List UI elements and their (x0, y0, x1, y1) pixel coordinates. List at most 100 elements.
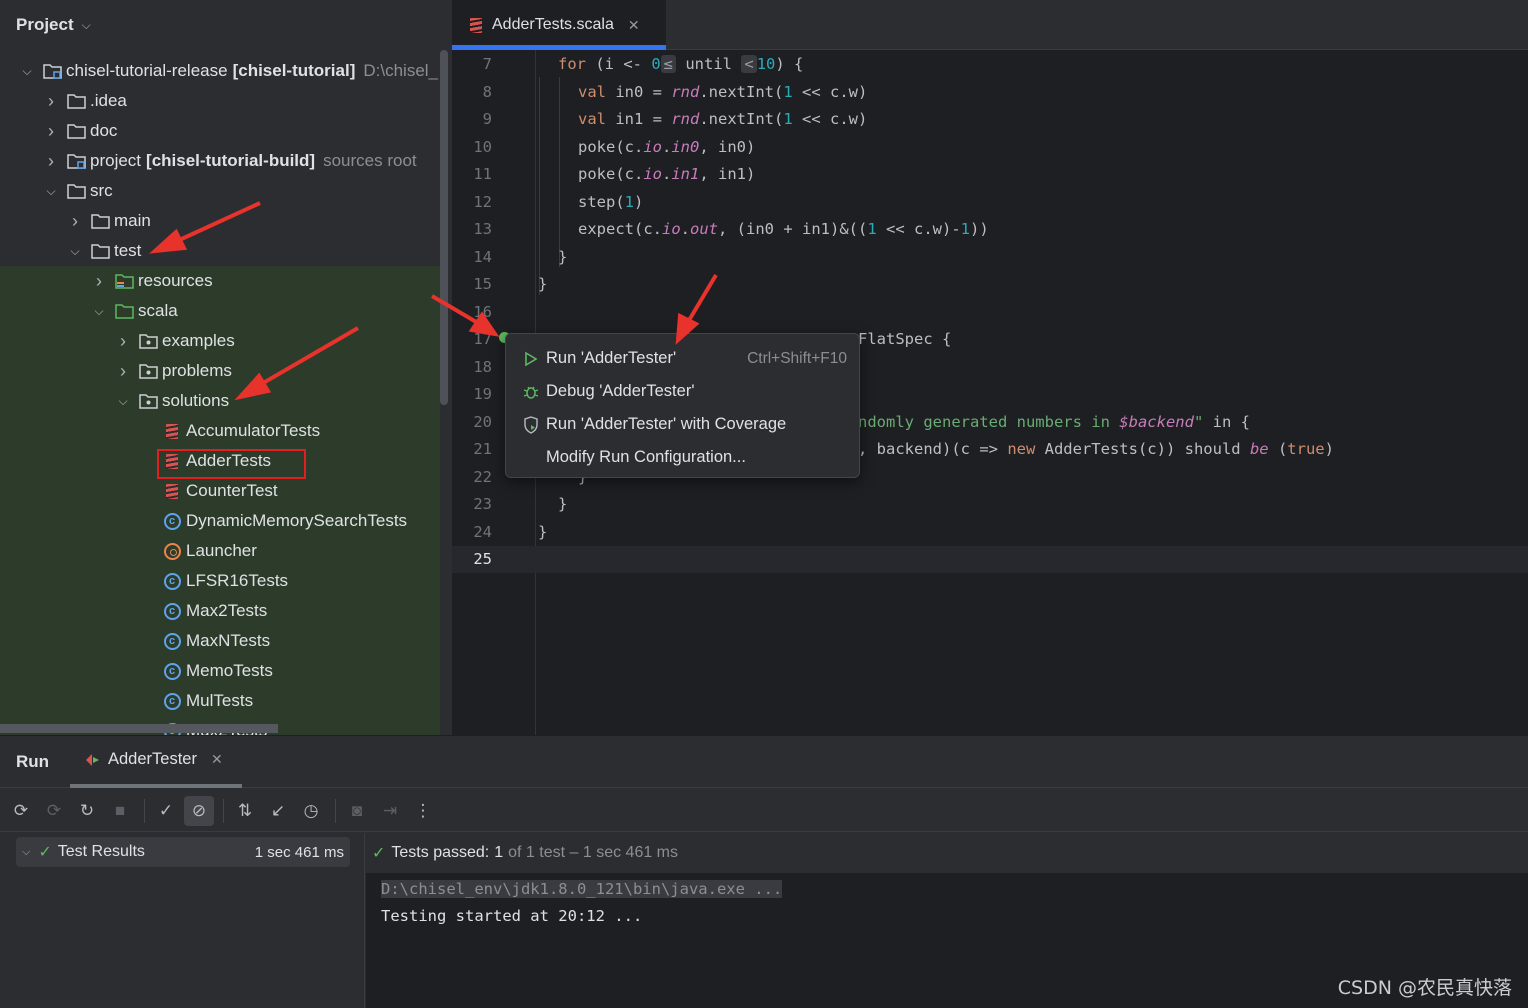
test-results-duration: 1 sec 461 ms (254, 843, 344, 861)
tree-item-chisel-tutorial-release[interactable]: ⌵ chisel-tutorial-release [chisel-tutorial… (0, 56, 440, 86)
menu-modify-run-configuration[interactable]: Modify Run Configuration... (506, 441, 859, 474)
console-command[interactable]: D:\chisel_env\jdk1.8.0_121\bin\java.exe … (381, 880, 783, 898)
annotation-highlight-box (157, 449, 306, 479)
tree-item-label: AccumulatorTests (186, 421, 321, 440)
tree-item-examples[interactable]: › examples (0, 326, 440, 356)
chevron-right-icon[interactable]: › (44, 151, 58, 172)
menu-item-label: Modify Run Configuration... (546, 448, 746, 466)
code-line-12: 12 step(1) (452, 189, 1528, 216)
camera-icon[interactable]: ◙ (342, 796, 372, 826)
tab-adder-tester[interactable]: AdderTester ✕ (84, 750, 223, 769)
test-results-root[interactable]: ⌵ ✓ Test Results 1 sec 461 ms (16, 837, 350, 867)
stop-icon[interactable]: ■ (105, 796, 135, 826)
line-number: 8 (482, 82, 492, 101)
chevron-right-icon[interactable]: › (44, 91, 58, 112)
package-icon (138, 332, 158, 350)
class-icon: c (162, 662, 182, 680)
line-number: 21 (473, 440, 492, 458)
tree-item-label: DynamicMemorySearchTests (186, 511, 408, 530)
tree-item-multests[interactable]: c MulTests (0, 686, 440, 716)
test-status-bar: ✓ Tests passed: 1 of 1 test – 1 sec 461 … (366, 833, 1528, 873)
code-line-23: 23} (452, 491, 1528, 518)
code-line-14: 14} (452, 244, 1528, 271)
sort-icon[interactable]: ⇅ (230, 796, 260, 826)
chevron-right-icon[interactable]: › (44, 121, 58, 142)
toggle-auto-test-icon[interactable]: ↻ (72, 796, 102, 826)
toolbar-separator (144, 798, 145, 823)
rerun-failed-icon[interactable]: ⟳ (39, 796, 69, 826)
folder-icon (90, 212, 110, 230)
show-passed-icon[interactable]: ✓ (151, 796, 181, 826)
line-number: 19 (473, 385, 492, 403)
chevron-right-icon[interactable]: › (116, 361, 130, 382)
tree-item-solutions[interactable]: ⌵ solutions (0, 386, 440, 416)
project-horizontal-scrollbar[interactable] (0, 724, 278, 733)
tab-adder-tests[interactable]: AdderTests.scala ✕ (452, 0, 666, 50)
status-count: 1 (494, 844, 504, 861)
check-icon: ✓ (38, 844, 52, 861)
chevron-down-icon[interactable]: ⌵ (44, 184, 58, 199)
tree-item-scala[interactable]: ⌵ scala (0, 296, 440, 326)
project-view-selector[interactable]: Project ⌵ (0, 0, 452, 50)
code-line-11: 11 poke(c.io.in1, in1) (452, 161, 1528, 188)
tree-item-main[interactable]: › main (0, 206, 440, 236)
debug-bug-icon (520, 383, 542, 401)
export-icon[interactable]: ⇥ (375, 796, 405, 826)
tree-item-label: LFSR16Tests (186, 571, 289, 590)
tree-item-note: sources root (323, 151, 417, 170)
tree-item-label: main (114, 211, 151, 230)
chevron-down-icon[interactable]: ⌵ (116, 394, 130, 409)
chevron-down-icon[interactable]: ⌵ (68, 244, 82, 259)
rerun-icon[interactable]: ⟳ (6, 796, 36, 826)
import-tests-icon[interactable]: ↙ (263, 796, 293, 826)
class-icon: c (162, 572, 182, 590)
tree-item-dynamicmemorysearchtests[interactable]: c DynamicMemorySearchTests (0, 506, 440, 536)
test-history-icon[interactable]: ◷ (296, 796, 326, 826)
tree-item-max2tests[interactable]: c Max2Tests (0, 596, 440, 626)
code-text: FlatSpec { (858, 330, 952, 348)
line-number: 9 (482, 110, 492, 128)
tree-item-problems[interactable]: › problems (0, 356, 440, 386)
line-number: 23 (473, 495, 492, 513)
tree-item-module: [chisel-tutorial-build] (146, 151, 316, 170)
chevron-right-icon[interactable]: › (116, 331, 130, 352)
folder-icon (66, 122, 86, 140)
tree-item-test[interactable]: ⌵ test (0, 236, 440, 266)
run-icon (520, 351, 542, 367)
toolbar-separator (223, 798, 224, 823)
close-icon[interactable]: ✕ (628, 17, 640, 34)
menu-debug-adder-tester[interactable]: Debug 'AdderTester' (506, 375, 859, 408)
tree-item-launcher[interactable]: Launcher (0, 536, 440, 566)
menu-run-adder-tester[interactable]: Run 'AdderTester' Ctrl+Shift+F10 (506, 342, 859, 375)
folder-icon (66, 92, 86, 110)
tree-item-idea[interactable]: › .idea (0, 86, 440, 116)
code-text: ndomly generated numbers in $backend" in… (858, 412, 1250, 431)
test-results-label: Test Results (57, 843, 145, 860)
chevron-right-icon[interactable]: › (92, 271, 106, 292)
tree-item-label: scala (138, 301, 178, 320)
class-icon: c (162, 632, 182, 650)
tree-item-countertest[interactable]: CounterTest (0, 476, 440, 506)
tree-item-accumulatortests[interactable]: AccumulatorTests (0, 416, 440, 446)
tree-item-project[interactable]: › project [chisel-tutorial-build] sources r… (0, 146, 440, 176)
more-options-icon[interactable]: ⋮ (408, 796, 438, 826)
tree-item-doc[interactable]: › doc (0, 116, 440, 146)
tree-item-memotests[interactable]: c MemoTests (0, 656, 440, 686)
tree-item-resources[interactable]: › resources (0, 266, 440, 296)
chevron-down-icon[interactable]: ⌵ (20, 64, 34, 79)
run-tool-window: Run AdderTester ✕ ⟳ ⟳ ↻ ■ ✓ ⊘ ⇅ ↙ ◷ ◙ ⇥ … (0, 735, 1528, 1008)
check-icon: ✓ (372, 845, 386, 862)
test-results-tree: ⌵ ✓ Test Results 1 sec 461 ms (0, 833, 365, 1008)
tab-label: AdderTests.scala (492, 16, 614, 33)
close-icon[interactable]: ✕ (211, 751, 223, 768)
scala-file-icon (162, 422, 182, 440)
tree-item-module: [chisel-tutorial] (232, 61, 356, 80)
chevron-down-icon[interactable]: ⌵ (92, 304, 106, 319)
tree-item-src[interactable]: ⌵ src (0, 176, 440, 206)
chevron-right-icon[interactable]: › (68, 211, 82, 232)
project-scrollbar[interactable] (440, 50, 448, 405)
tree-item-maxntests[interactable]: c MaxNTests (0, 626, 440, 656)
menu-run-with-coverage[interactable]: Run 'AdderTester' with Coverage (506, 408, 859, 441)
tree-item-lfsr16tests[interactable]: c LFSR16Tests (0, 566, 440, 596)
show-ignored-icon[interactable]: ⊘ (184, 795, 214, 826)
